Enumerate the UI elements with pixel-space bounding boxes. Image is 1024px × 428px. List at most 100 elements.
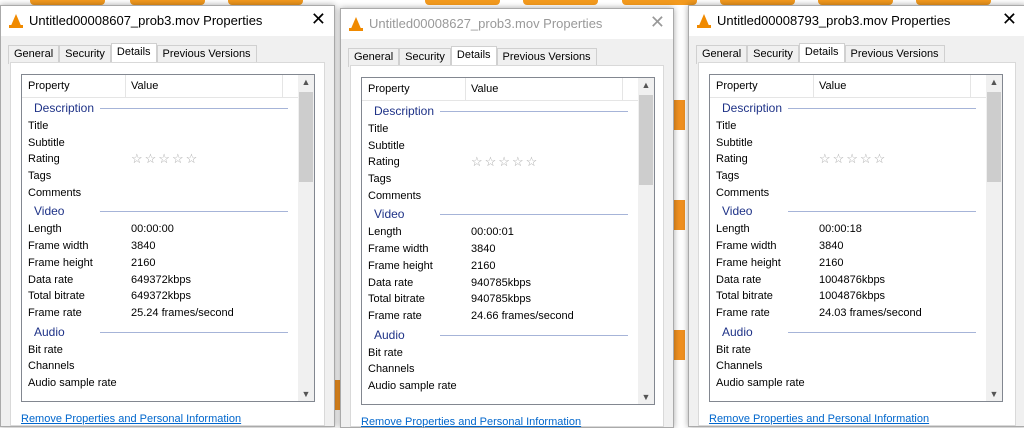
- list-item[interactable]: Total bitrate 940785kbps: [362, 291, 638, 308]
- remove-properties-link[interactable]: Remove Properties and Personal Informati…: [361, 416, 581, 428]
- list-item[interactable]: Audio sample rate: [22, 375, 298, 392]
- list-item[interactable]: Data rate 940785kbps: [362, 275, 638, 292]
- list-item[interactable]: Bit rate: [710, 342, 986, 359]
- column-header-value[interactable]: Value: [819, 80, 846, 92]
- list-item[interactable]: Bit rate: [362, 345, 638, 362]
- column-header-property[interactable]: Property: [368, 83, 410, 95]
- list-item[interactable]: Frame height 2160: [22, 255, 298, 272]
- property-list[interactable]: Property Value Description Title Subtitle R…: [21, 74, 315, 402]
- list-item[interactable]: Comments: [710, 185, 986, 202]
- scroll-thumb[interactable]: [299, 92, 313, 182]
- column-divider[interactable]: [813, 75, 814, 97]
- list-item[interactable]: Rating ☆☆☆☆☆: [22, 151, 298, 168]
- rating-stars[interactable]: ☆☆☆☆☆: [819, 151, 887, 168]
- list-item[interactable]: Title: [22, 118, 298, 135]
- remove-properties-link[interactable]: Remove Properties and Personal Informati…: [21, 413, 241, 425]
- list-item[interactable]: Frame rate 25.24 frames/second: [22, 305, 298, 322]
- list-item[interactable]: Tags: [22, 168, 298, 185]
- group-video: Video: [362, 204, 638, 224]
- list-item[interactable]: Comments: [22, 185, 298, 202]
- column-header-value[interactable]: Value: [131, 80, 158, 92]
- vertical-scrollbar[interactable]: ▲ ▼: [638, 78, 654, 404]
- property-list[interactable]: Property Value Description Title Subtitle R…: [361, 77, 655, 405]
- list-item[interactable]: Tags: [362, 171, 638, 188]
- list-item[interactable]: Subtitle: [710, 135, 986, 152]
- title-bar[interactable]: Untitled00008607_prob3.mov Properties ✕: [1, 6, 334, 36]
- rating-stars[interactable]: ☆☆☆☆☆: [471, 154, 539, 171]
- scroll-thumb[interactable]: [987, 92, 1001, 182]
- list-item[interactable]: Frame height 2160: [710, 255, 986, 272]
- vertical-scrollbar[interactable]: ▲ ▼: [298, 75, 314, 401]
- list-item[interactable]: Channels: [710, 358, 986, 375]
- list-item[interactable]: Length 00:00:01: [362, 224, 638, 241]
- list-item[interactable]: Subtitle: [22, 135, 298, 152]
- value-data_rate: 940785kbps: [471, 276, 531, 289]
- list-item[interactable]: Title: [710, 118, 986, 135]
- value-total_bitrate: 940785kbps: [471, 293, 531, 306]
- close-button[interactable]: ✕: [1002, 10, 1017, 28]
- list-item[interactable]: Frame width 3840: [22, 238, 298, 255]
- list-item[interactable]: Channels: [22, 358, 298, 375]
- property-data_rate: Data rate: [716, 273, 762, 286]
- list-item[interactable]: Tags: [710, 168, 986, 185]
- list-item[interactable]: Length 00:00:18: [710, 221, 986, 238]
- list-item[interactable]: Audio sample rate: [710, 375, 986, 392]
- column-header-property[interactable]: Property: [716, 80, 758, 92]
- column-divider[interactable]: [282, 75, 283, 97]
- remove-properties-link[interactable]: Remove Properties and Personal Informati…: [709, 413, 929, 425]
- column-divider[interactable]: [125, 75, 126, 97]
- vertical-scrollbar[interactable]: ▲ ▼: [986, 75, 1002, 401]
- list-item[interactable]: Comments: [362, 188, 638, 205]
- title-bar[interactable]: Untitled00008627_prob3.mov Properties ✕: [341, 9, 673, 39]
- list-item[interactable]: Channels: [362, 361, 638, 378]
- list-item[interactable]: Data rate 1004876kbps: [710, 272, 986, 289]
- value-frame_rate: 24.66 frames/second: [471, 309, 574, 322]
- property-comments: Comments: [716, 186, 770, 199]
- property-list[interactable]: Property Value Description Title Subtitle R…: [709, 74, 1003, 402]
- list-item[interactable]: Title: [362, 121, 638, 138]
- list-item[interactable]: Data rate 649372kbps: [22, 272, 298, 289]
- scroll-up-icon[interactable]: ▲: [638, 80, 654, 90]
- value-total_bitrate: 1004876kbps: [819, 290, 886, 303]
- scroll-thumb[interactable]: [639, 95, 653, 185]
- list-item[interactable]: Subtitle: [362, 138, 638, 155]
- rating-stars[interactable]: ☆☆☆☆☆: [131, 151, 199, 168]
- list-item[interactable]: Frame rate 24.03 frames/second: [710, 305, 986, 322]
- list-item[interactable]: Length 00:00:00: [22, 221, 298, 238]
- list-item[interactable]: Frame width 3840: [710, 238, 986, 255]
- scroll-up-icon[interactable]: ▲: [986, 77, 1002, 87]
- group-label: Video: [722, 204, 753, 219]
- scroll-down-icon[interactable]: ▼: [638, 392, 654, 402]
- list-header: Property Value: [362, 78, 638, 101]
- list-item[interactable]: Frame height 2160: [362, 258, 638, 275]
- scroll-up-icon[interactable]: ▲: [298, 77, 314, 87]
- list-item[interactable]: Total bitrate 649372kbps: [22, 288, 298, 305]
- scroll-down-icon[interactable]: ▼: [986, 389, 1002, 399]
- column-divider[interactable]: [970, 75, 971, 97]
- close-button[interactable]: ✕: [311, 10, 326, 28]
- column-header-value[interactable]: Value: [471, 83, 498, 95]
- properties-dialog: Untitled00008607_prob3.mov Properties ✕ …: [0, 5, 335, 427]
- list-item[interactable]: Rating ☆☆☆☆☆: [362, 154, 638, 171]
- list-item[interactable]: Audio sample rate: [362, 378, 638, 395]
- column-divider[interactable]: [622, 78, 623, 100]
- group-label: Video: [374, 207, 405, 222]
- list-item[interactable]: Frame rate 24.66 frames/second: [362, 308, 638, 325]
- group-divider: [788, 211, 976, 213]
- properties-dialog: Untitled00008793_prob3.mov Properties ✕ …: [688, 5, 1024, 427]
- list-item[interactable]: Bit rate: [22, 342, 298, 359]
- properties-dialog: Untitled00008627_prob3.mov Properties ✕ …: [340, 8, 674, 428]
- dialog-title: Untitled00008607_prob3.mov Properties: [29, 13, 263, 28]
- list-item[interactable]: Total bitrate 1004876kbps: [710, 288, 986, 305]
- scroll-down-icon[interactable]: ▼: [298, 389, 314, 399]
- list-item[interactable]: Frame width 3840: [362, 241, 638, 258]
- property-bit_rate: Bit rate: [368, 346, 403, 359]
- group-video: Video: [710, 201, 986, 221]
- column-divider[interactable]: [465, 78, 466, 100]
- vlc-icon: [697, 14, 711, 28]
- column-header-property[interactable]: Property: [28, 80, 70, 92]
- list-item[interactable]: Rating ☆☆☆☆☆: [710, 151, 986, 168]
- close-button[interactable]: ✕: [650, 13, 665, 31]
- title-bar[interactable]: Untitled00008793_prob3.mov Properties ✕: [689, 6, 1024, 36]
- property-frame_width: Frame width: [716, 240, 777, 253]
